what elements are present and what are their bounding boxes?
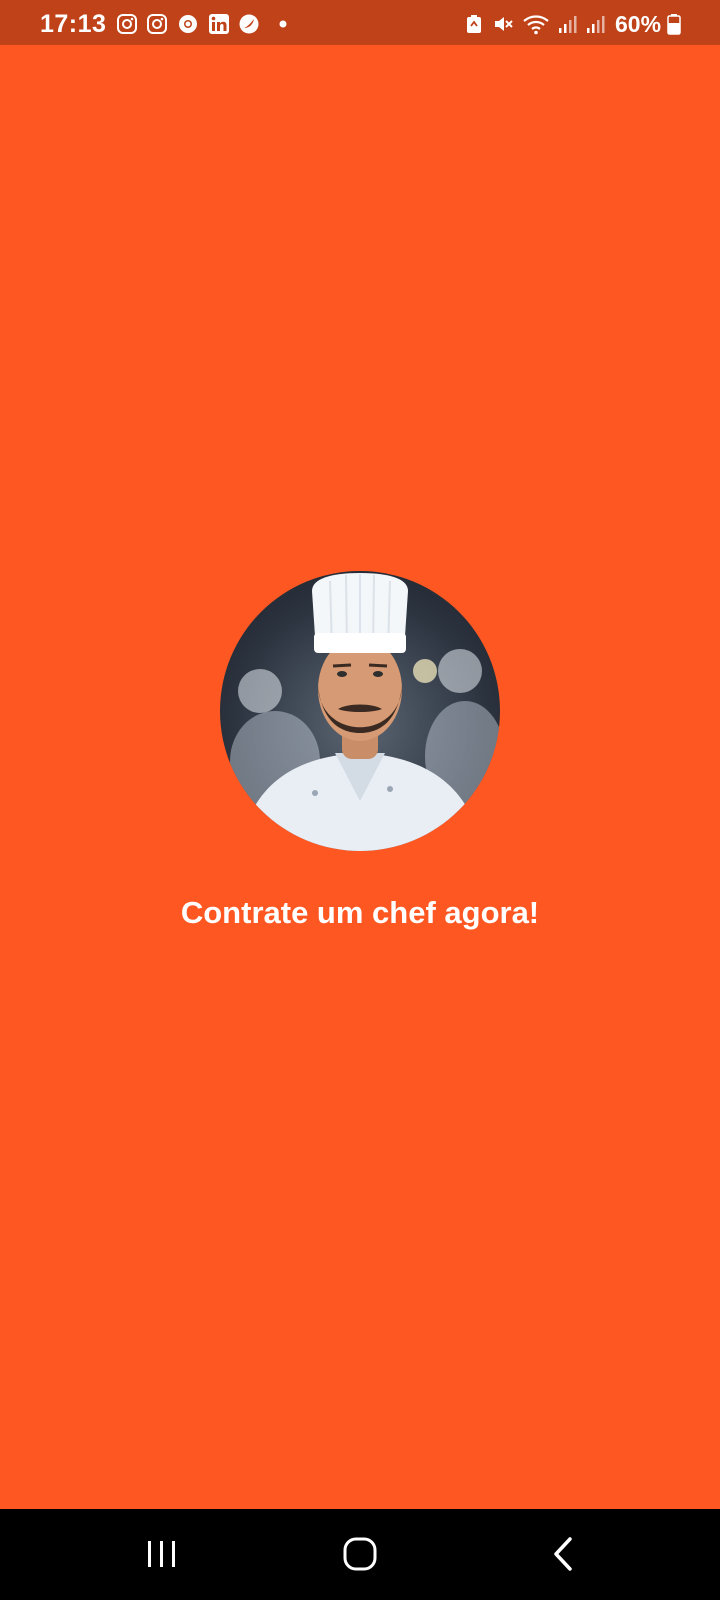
recent-apps-icon[interactable]	[137, 1529, 187, 1579]
app-icon	[238, 13, 260, 35]
home-icon[interactable]	[335, 1529, 385, 1579]
instagram-icon	[146, 13, 168, 35]
navigation-bar	[0, 1509, 720, 1600]
mute-icon	[492, 13, 514, 35]
battery-percent: 60%	[615, 11, 662, 37]
tagline-text: Contrate um chef agora!	[180, 895, 540, 930]
dot-icon	[272, 13, 294, 35]
chrome-icon	[177, 13, 199, 35]
signal-icon	[556, 13, 578, 35]
back-icon[interactable]	[539, 1529, 589, 1579]
splash-screen: Contrate um chef agora!	[0, 45, 720, 1509]
wifi-icon	[522, 13, 550, 35]
status-time: 17:13	[40, 10, 107, 38]
status-bar: 17:13 60%	[0, 0, 720, 45]
chef-photo	[230, 573, 500, 851]
linkedin-icon	[208, 13, 230, 35]
instagram-icon	[116, 13, 138, 35]
chef-avatar-image	[220, 571, 500, 851]
signal-icon	[584, 13, 606, 35]
battery-icon	[667, 13, 681, 35]
battery-saver-icon	[463, 13, 485, 35]
